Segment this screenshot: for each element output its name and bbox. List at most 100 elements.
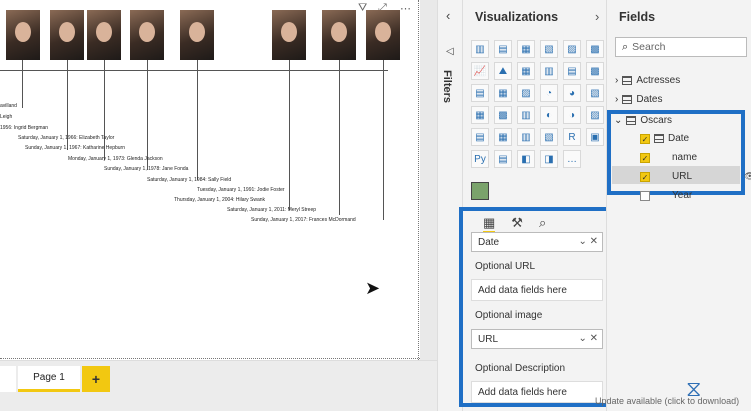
visual-type-icon[interactable]: ▨ [563,40,581,58]
timeline-tick [22,60,23,108]
timeline-event: Tuesday, January 1, 1991: Jodie Foster [197,187,285,193]
field-date[interactable]: ✓ Date [640,133,689,144]
search-icon: ⌕ [622,41,629,53]
visual-type-icon[interactable]: ▦ [494,128,512,146]
visual-type-icon[interactable]: ◨ [540,150,558,168]
visual-type-icon[interactable]: ▧ [586,84,604,102]
timeline-event: 1956: Ingrid Bergman [0,125,49,131]
visual-type-icon[interactable]: ▨ [517,84,535,102]
actress-photo [366,10,400,60]
visual-type-icon[interactable]: ▩ [494,106,512,124]
checkbox[interactable]: ✓ [640,133,650,144]
visual-type-icon[interactable]: ▥ [517,106,535,124]
visual-type-gallery: ▥ ▤ ▦ ▧ ▨ ▩ 📈 ⛰ ▦ ▥ ▤ ▩ ▤ ▦ ▨ ◔ ◕ ▧ ▦ ▩ ▥ ◐ ◑ ▨ ▤ ▦ ▥ ▧ R ▣ Py ▤ ◧ ◨ … [471,40,604,168]
optional-image-label: Optional image [475,310,543,321]
visual-type-icon[interactable]: ▩ [586,40,604,58]
optional-description-drop-zone[interactable]: Add data fields here [471,381,603,403]
visual-type-icon[interactable]: ▤ [471,84,489,102]
actress-photo [6,10,40,60]
visual-type-icon[interactable]: ▦ [517,62,535,80]
table-actresses[interactable]: › Actresses [615,75,680,86]
table-oscars[interactable]: ⌄ Oscars [614,115,672,126]
fields-search-input[interactable]: ⌕ Search [615,37,747,57]
visual-type-icon[interactable]: … [563,150,581,168]
add-page-button[interactable]: + [82,366,110,392]
table-icon [622,76,633,85]
page-tab-1[interactable]: Page 1 [18,366,80,392]
checkbox[interactable]: ✓ [640,171,650,182]
date-field-chip[interactable]: Date ⌄ ✕ [471,232,603,252]
actress-photo [87,10,121,60]
visual-type-icon[interactable]: ▧ [540,40,558,58]
visual-type-icon[interactable]: ▥ [471,40,489,58]
visual-type-icon[interactable]: ▦ [517,40,535,58]
visual-type-icon[interactable]: ◐ [540,106,558,124]
visual-type-icon[interactable]: ⛰ [494,62,512,80]
visibility-eye-icon[interactable]: 👁 [744,171,751,182]
table-icon [622,95,633,104]
visual-type-icon[interactable]: ◕ [563,84,581,102]
table-name: Actresses [636,75,681,86]
optional-url-drop-zone[interactable]: Add data fields here [471,279,603,301]
visual-type-icon[interactable]: ▥ [540,62,558,80]
visual-type-icon[interactable]: Py [471,150,489,168]
more-options-icon[interactable]: ⋯ [400,2,411,15]
visual-type-icon[interactable]: ▦ [494,84,512,102]
checkbox[interactable] [640,190,650,201]
timeline-tick [383,60,384,220]
timeline-tick [289,60,290,210]
visual-type-icon[interactable]: ◧ [517,150,535,168]
visual-type-icon[interactable]: ▨ [586,106,604,124]
timeline-event: Saturday, January 1, 1984: Sally Field [147,177,232,183]
update-available-link[interactable]: Update available (click to download) [595,396,739,406]
field-year[interactable]: Year [640,190,692,201]
chip-controls-icon[interactable]: ⌄ ✕ [578,333,598,344]
custom-timeline-visual-icon[interactable] [471,182,489,200]
visual-type-icon[interactable]: R [563,128,581,146]
table-icon [626,116,637,125]
visual-type-icon[interactable]: ▤ [494,40,512,58]
analytics-magnifier-icon[interactable]: ⌕ [539,215,546,233]
fields-tab-icon[interactable]: ▦ [483,215,496,233]
visual-type-icon[interactable]: ◔ [540,84,558,102]
field-url[interactable]: ✓ URL 👁 [640,171,751,182]
visual-type-icon[interactable]: ▤ [494,150,512,168]
table-dates[interactable]: › Dates [615,94,662,105]
visual-type-icon[interactable]: ◑ [563,106,581,124]
timeline-event: avilland [0,103,17,109]
expand-chevron-icon: › [615,94,619,105]
actress-photo [130,10,164,60]
canvas-edge [0,358,420,359]
visual-type-icon[interactable]: ▣ [586,128,604,146]
format-paint-roller-icon[interactable]: ⚒ [511,215,523,233]
image-field-label: URL [478,334,499,345]
collapse-chevron-icon[interactable]: › [595,9,599,24]
timeline-event: Sunday, January 1, 1967: Katharine Hepbu… [25,145,125,151]
table-name: Dates [636,94,663,105]
checkbox[interactable]: ✓ [640,152,650,163]
date-field-label: Date [478,237,500,248]
fields-pane: Fields ⌕ Search › Actresses › Dates [606,0,751,411]
filters-label[interactable]: Filters [441,70,453,103]
image-field-chip[interactable]: URL ⌄ ✕ [471,329,603,349]
chip-controls-icon[interactable]: ⌄ ✕ [578,236,598,247]
mouse-cursor-icon: ➤ [365,278,381,298]
timeline-event: Saturday, January 1, 2011: Meryl Streep [227,207,317,213]
visual-type-icon[interactable]: 📈 [471,62,489,80]
visual-type-icon[interactable]: ▤ [471,128,489,146]
visual-type-icon[interactable]: ▧ [540,128,558,146]
field-name[interactable]: ✓ name [640,152,697,163]
visual-type-icon[interactable]: ▥ [517,128,535,146]
field-name: Year [672,190,693,201]
field-name: name [672,152,698,163]
visual-type-icon[interactable]: ▤ [563,62,581,80]
timeline-tick [147,60,148,170]
filter-icon: ◁ [446,46,454,57]
visual-type-icon[interactable]: ▦ [471,106,489,124]
collapse-chevron-icon[interactable]: ‹ [446,8,450,23]
actress-photo [272,10,306,60]
report-canvas[interactable]: ⛛ ⤢ ⋯ avilland Leigh 1956: Ingrid Bergma… [0,0,420,360]
visual-type-icon[interactable]: ▩ [586,62,604,80]
search-placeholder: Search [632,41,666,53]
page-nav-button[interactable] [0,366,16,392]
